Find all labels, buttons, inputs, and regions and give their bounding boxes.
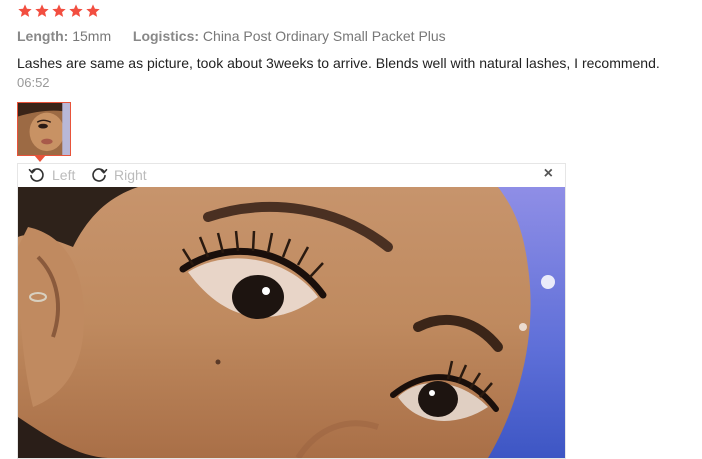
- logistics-label: Logistics:: [132, 28, 200, 44]
- rotate-left-label: Left: [52, 167, 76, 183]
- photo-viewer: Left Right ×: [17, 163, 566, 459]
- review-photo-image: [18, 187, 565, 458]
- review-meta: Length: 15mm Logistics: China Post Ordin…: [17, 28, 446, 44]
- star-icon: [69, 4, 83, 17]
- viewer-toolbar: Left Right ×: [18, 164, 565, 187]
- star-icon: [86, 4, 100, 17]
- rotate-right-icon: [92, 168, 108, 182]
- rotate-left-icon: [28, 168, 44, 182]
- close-icon[interactable]: ×: [544, 165, 553, 183]
- rotate-right-button[interactable]: Right: [90, 166, 147, 184]
- star-icon: [18, 4, 32, 17]
- length-label: Length:: [17, 28, 69, 44]
- rating-stars: [17, 3, 101, 19]
- review-text: Lashes are same as picture, took about 3…: [17, 55, 660, 71]
- thumbnail-image: [18, 103, 70, 155]
- logistics-value: China Post Ordinary Small Packet Plus: [202, 28, 446, 44]
- star-icon: [52, 4, 66, 17]
- thumbnail-selected-pointer: [34, 155, 46, 162]
- review-photo-large: [18, 187, 565, 458]
- length-value: 15mm: [72, 28, 112, 44]
- review-photo-thumbnail[interactable]: [17, 102, 71, 156]
- review-time: 06:52: [17, 75, 50, 90]
- rotate-right-label: Right: [114, 167, 147, 183]
- rotate-left-button[interactable]: Left: [28, 166, 75, 184]
- star-icon: [35, 4, 49, 17]
